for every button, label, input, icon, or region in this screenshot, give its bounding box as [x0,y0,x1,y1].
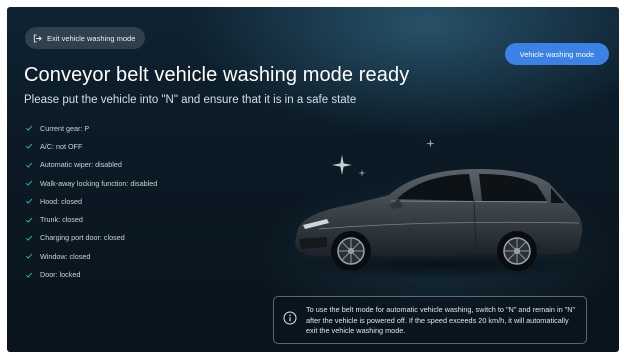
exit-washing-mode-button[interactable]: Exit vehicle washing mode [25,27,146,49]
checklist-item-label: Automatic wiper: disabled [40,160,122,170]
checklist-item: Door: locked [25,265,157,283]
checklist-item: Walk-away locking function: disabled [25,174,157,192]
checklist-item: Trunk: closed [25,210,157,228]
checklist-item: Charging port door: closed [25,229,157,247]
checklist-item: Window: closed [25,247,157,265]
page-subtitle: Please put the vehicle into "N" and ensu… [24,94,357,106]
checklist-item-label: A/C: not OFF [40,141,83,151]
check-icon [25,235,33,241]
page-title: Conveyor belt vehicle washing mode ready [24,64,410,86]
checklist-item: Hood: closed [25,192,157,210]
check-icon [25,199,33,205]
notice-text: To use the belt mode for automatic vehic… [306,305,576,335]
checklist-item-label: Door: locked [40,270,81,280]
vehicle-washing-mode-button[interactable]: Vehicle washing mode [505,43,609,65]
info-icon [283,311,297,325]
check-icon [25,180,33,186]
check-icon [25,162,33,168]
check-icon [25,272,33,278]
status-checklist: Current gear: P A/C: not OFF Automatic w… [25,119,157,284]
checklist-item: Current gear: P [25,119,157,137]
checklist-item-label: Current gear: P [40,123,90,133]
car-illustration [289,169,589,279]
checklist-item-label: Trunk: closed [40,215,83,225]
check-icon [25,125,33,131]
checklist-item-label: Walk-away locking function: disabled [40,178,158,188]
check-icon [25,217,33,223]
checklist-item-label: Hood: closed [40,196,82,206]
checklist-item: Automatic wiper: disabled [25,156,157,174]
vehicle-washing-mode-label: Vehicle washing mode [519,49,595,59]
washing-mode-notice: To use the belt mode for automatic vehic… [273,296,587,344]
check-icon [25,253,33,259]
checklist-item-label: Charging port door: closed [40,233,125,243]
checklist-item-label: Window: closed [40,251,91,261]
vehicle-washing-screen: Exit vehicle washing mode Vehicle washin… [7,7,619,352]
sparkle-icon [426,139,435,148]
exit-icon [33,34,42,42]
checklist-item: A/C: not OFF [25,137,157,155]
check-icon [25,144,33,150]
exit-washing-mode-label: Exit vehicle washing mode [47,33,136,43]
